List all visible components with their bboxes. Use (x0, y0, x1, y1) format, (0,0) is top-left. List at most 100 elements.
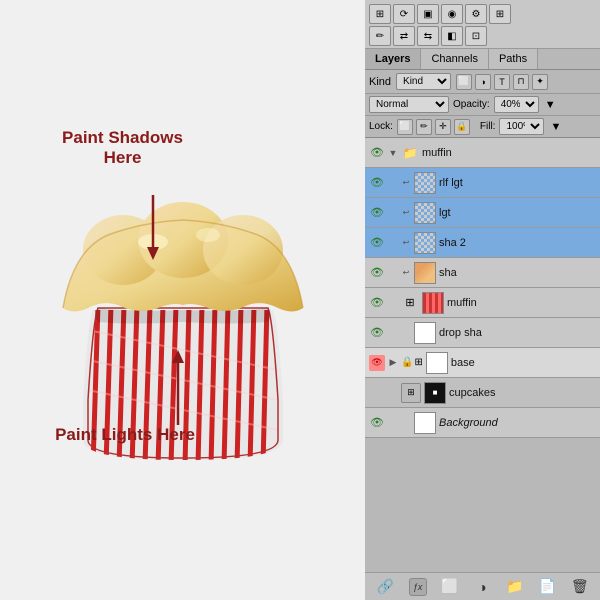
panel-btn-new[interactable]: 📄 (537, 577, 557, 597)
layer-lgt[interactable]: 👁 ↩ lgt (365, 198, 600, 228)
layer-muffin-group[interactable]: 👁 ▼ 📁 muffin (365, 138, 600, 168)
layer-clip-rlf-lgt: ↩ (401, 175, 411, 191)
layer-smart-icon-muffin: ⊞ (401, 294, 419, 312)
canvas-illustration: Paint Shadows Here Paint Lights Here (23, 40, 343, 560)
fill-label: Fill: (480, 121, 496, 132)
panel-btn-group[interactable]: 📁 (505, 577, 525, 597)
layer-expand-base[interactable]: ▶ (388, 355, 398, 371)
layer-name-muffin-smart: muffin (447, 297, 596, 309)
lock-brush-icon[interactable]: ✏ (416, 119, 432, 135)
lock-label: Lock: (369, 121, 393, 132)
tool-btn-10[interactable]: ◧ (441, 26, 463, 46)
layer-clip-lgt: ↩ (401, 205, 411, 221)
panel-toolbar: ⊞ ⟳ ▣ ◉ ⚙ ⊞ ✏ ⇄ ⇆ ◧ ⊡ (365, 0, 600, 49)
layer-eye-base[interactable]: 👁 (369, 355, 385, 371)
layer-name-base: base (451, 357, 596, 369)
fx-icon: ƒx (409, 578, 427, 596)
layer-expand-muffin-group[interactable]: ▼ (388, 145, 398, 161)
kind-icon-smart[interactable]: ✦ (532, 74, 548, 90)
tool-btn-1[interactable]: ⊞ (369, 4, 391, 24)
panel-btn-link[interactable]: 🔗 (375, 577, 395, 597)
layer-thumb-lgt (414, 202, 436, 224)
layer-eye-muffin-smart[interactable]: 👁 (369, 295, 385, 311)
layer-name-rlf-lgt: rlf lgt (439, 177, 596, 189)
layer-thumb-sha (414, 262, 436, 284)
layer-name-muffin-group: muffin (422, 147, 596, 159)
tool-btn-7[interactable]: ✏ (369, 26, 391, 46)
annotation-lights: Paint Lights Here (53, 425, 198, 445)
layer-eye-drop-sha[interactable]: 👁 (369, 325, 385, 341)
layer-muffin-smart[interactable]: 👁 ⊞ muffin (365, 288, 600, 318)
layer-eye-sha[interactable]: 👁 (369, 265, 385, 281)
tool-btn-5[interactable]: ⚙ (465, 4, 487, 24)
layer-thumb-drop-sha (414, 322, 436, 344)
kind-icon-text[interactable]: T (494, 74, 510, 90)
toolbar-row-2: ✏ ⇄ ⇆ ◧ ⊡ (369, 26, 596, 46)
tool-btn-11[interactable]: ⊡ (465, 26, 487, 46)
layer-cupcakes-smart-icon: ⊞ (401, 383, 421, 403)
kind-icon-pixel[interactable]: ⬜ (456, 74, 472, 90)
tab-layers[interactable]: Layers (365, 49, 421, 69)
tool-btn-3[interactable]: ▣ (417, 4, 439, 24)
layer-name-cupcakes: cupcakes (449, 387, 596, 399)
lock-row: Lock: ⬜ ✏ ✛ 🔒 Fill: 100% ▼ (365, 116, 600, 138)
layer-cupcakes-icons: ⊞ (401, 383, 421, 403)
panel-btn-fx[interactable]: ƒx (408, 577, 428, 597)
lock-all-icon[interactable]: 🔒 (454, 119, 470, 135)
kind-select[interactable]: Kind (396, 73, 451, 90)
annotation-shadows: Paint Shadows Here (43, 128, 203, 169)
panel-btn-delete[interactable]: 🗑 (570, 577, 590, 597)
fill-select[interactable]: 100% (499, 118, 544, 135)
tab-channels[interactable]: Channels (421, 49, 488, 69)
panel-tabs: Layers Channels Paths (365, 49, 600, 70)
layer-name-background: Background (439, 417, 596, 429)
panel-btn-mask[interactable]: ⬜ (440, 577, 460, 597)
opacity-label: Opacity: (453, 99, 490, 110)
layer-name-lgt: lgt (439, 207, 596, 219)
layer-rlf-lgt[interactable]: 👁 ↩ rlf lgt (365, 168, 600, 198)
tab-paths[interactable]: Paths (489, 49, 538, 69)
layer-thumb-muffin-smart (422, 292, 444, 314)
tool-btn-6[interactable]: ⊞ (489, 4, 511, 24)
layer-cupcakes[interactable]: ⊞ ■ cupcakes (365, 378, 600, 408)
layer-thumb-sha2 (414, 232, 436, 254)
blend-mode-select[interactable]: Normal (369, 96, 449, 113)
layer-name-drop-sha: drop sha (439, 327, 596, 339)
kind-icons: ⬜ ◑ T ⊓ ✦ (456, 74, 548, 90)
blend-row: Normal Opacity: 40% ▼ (365, 94, 600, 116)
layer-eye-muffin-group[interactable]: 👁 (369, 145, 385, 161)
tool-btn-2[interactable]: ⟳ (393, 4, 415, 24)
layer-background[interactable]: 👁 Background (365, 408, 600, 438)
opacity-select[interactable]: 40% (494, 96, 539, 113)
layer-base-group[interactable]: 👁 ▶ 🔒 ⊞ base (365, 348, 600, 378)
layers-list: 👁 ▼ 📁 muffin 👁 ↩ rlf lgt 👁 ↩ lgt 👁 ↩ (365, 138, 600, 572)
layer-eye-background[interactable]: 👁 (369, 415, 385, 431)
kind-row: Kind Kind ⬜ ◑ T ⊓ ✦ (365, 70, 600, 94)
layer-eye-lgt[interactable]: 👁 (369, 205, 385, 221)
layer-eye-sha2[interactable]: 👁 (369, 235, 385, 251)
lock-move-icon[interactable]: ✛ (435, 119, 451, 135)
tool-btn-9[interactable]: ⇆ (417, 26, 439, 46)
layer-thumb-cupcakes: ■ (424, 382, 446, 404)
opacity-arrow: ▼ (545, 99, 556, 111)
layer-chain-icon-base: ⊞ (414, 357, 422, 368)
tool-btn-4[interactable]: ◉ (441, 4, 463, 24)
layer-drop-sha[interactable]: 👁 drop sha (365, 318, 600, 348)
fill-arrow: ▼ (550, 121, 561, 133)
layer-thumb-background (414, 412, 436, 434)
tool-btn-8[interactable]: ⇄ (393, 26, 415, 46)
kind-icon-shape[interactable]: ⊓ (513, 74, 529, 90)
panel-btn-adjustment[interactable]: ◑ (472, 577, 492, 597)
layer-eye-rlf-lgt[interactable]: 👁 (369, 175, 385, 191)
layer-thumb-rlf-lgt (414, 172, 436, 194)
lock-pixel-icon[interactable]: ⬜ (397, 119, 413, 135)
layer-sha2[interactable]: 👁 ↩ sha 2 (365, 228, 600, 258)
layer-eye-cupcakes[interactable] (369, 385, 385, 401)
panel-bottom: 🔗 ƒx ⬜ ◑ 📁 📄 🗑 (365, 572, 600, 600)
layer-name-sha2: sha 2 (439, 237, 596, 249)
layer-sha[interactable]: 👁 ↩ sha (365, 258, 600, 288)
layer-clip-sha2: ↩ (401, 235, 411, 251)
kind-icon-adjust[interactable]: ◑ (475, 74, 491, 90)
layer-lock-icon-base: 🔒 (401, 357, 413, 368)
layer-folder-muffin-group: 📁 (401, 144, 419, 162)
